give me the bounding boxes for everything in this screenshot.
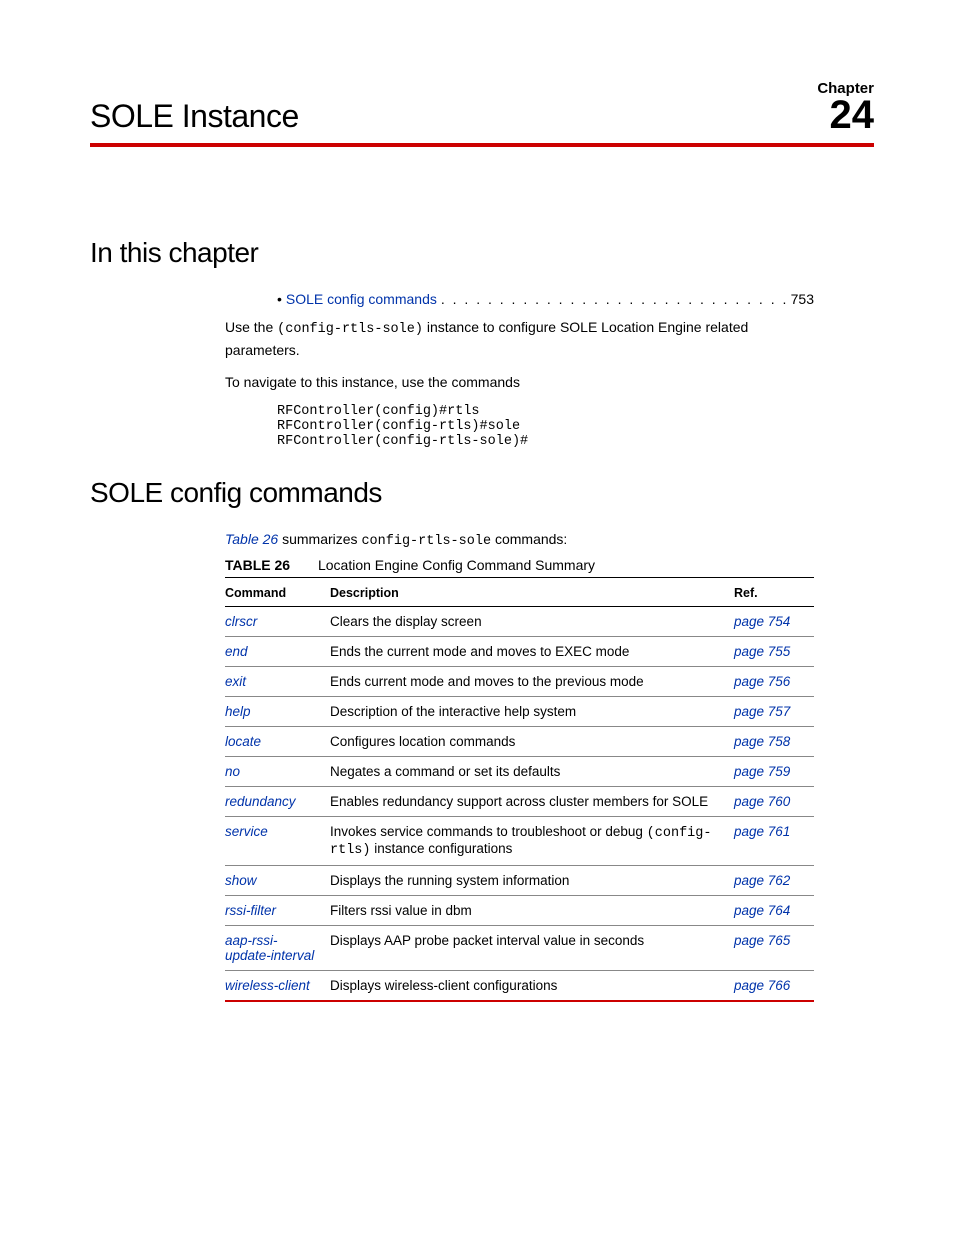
text: commands: — [491, 531, 567, 547]
table-ref-link[interactable]: Table 26 — [225, 531, 278, 547]
col-header-description: Description — [330, 580, 734, 607]
col-header-ref: Ref. — [734, 580, 814, 607]
table-header-row: Command Description Ref. — [225, 580, 814, 607]
intro-paragraph-instance: Use the (config-rtls-sole) instance to c… — [225, 317, 814, 360]
page-ref-link[interactable]: page 758 — [734, 727, 814, 757]
page-ref-link[interactable]: page 759 — [734, 757, 814, 787]
command-description: Ends the current mode and moves to EXEC … — [330, 637, 734, 667]
table-row: rssi-filterFilters rssi value in dbmpage… — [225, 896, 814, 926]
command-description: Filters rssi value in dbm — [330, 896, 734, 926]
command-link[interactable]: help — [225, 697, 330, 727]
page-ref-link[interactable]: page 755 — [734, 637, 814, 667]
table-row: wireless-clientDisplays wireless-client … — [225, 971, 814, 1002]
chapter-header: SOLE Instance Chapter 24 — [90, 80, 874, 147]
text: summarizes — [278, 531, 361, 547]
toc-dots: . . . . . . . . . . . . . . . . . . . . … — [437, 291, 787, 307]
chapter-intro-block: • SOLE config commands . . . . . . . . .… — [225, 291, 814, 449]
table-row: clrscrClears the display screenpage 754 — [225, 607, 814, 637]
code-block-navigate: RFController(config)#rtls RFController(c… — [277, 404, 814, 449]
page-ref-link[interactable]: page 757 — [734, 697, 814, 727]
command-description: Enables redundancy support across cluste… — [330, 787, 734, 817]
toc-entry: • SOLE config commands . . . . . . . . .… — [225, 291, 814, 307]
table-label: TABLE 26 — [225, 557, 290, 573]
command-link[interactable]: service — [225, 817, 330, 866]
command-link[interactable]: locate — [225, 727, 330, 757]
code-inline: (config-rtls-sole) — [277, 322, 423, 337]
page-ref-link[interactable]: page 766 — [734, 971, 814, 1002]
section-heading-in-this-chapter: In this chapter — [90, 237, 874, 269]
command-link[interactable]: no — [225, 757, 330, 787]
col-header-command: Command — [225, 580, 330, 607]
command-description: Description of the interactive help syst… — [330, 697, 734, 727]
table-summary-line: Table 26 summarizes config-rtls-sole com… — [225, 531, 814, 549]
toc-link-sole-config[interactable]: SOLE config commands — [286, 291, 437, 307]
command-summary-table: Command Description Ref. clrscrClears th… — [225, 580, 814, 1002]
command-description: Clears the display screen — [330, 607, 734, 637]
section-heading-sole-config: SOLE config commands — [90, 477, 874, 509]
intro-paragraph-navigate: To navigate to this instance, use the co… — [225, 372, 814, 392]
table-row: endEnds the current mode and moves to EX… — [225, 637, 814, 667]
code-inline: config-rtls-sole — [361, 534, 491, 549]
command-link[interactable]: rssi-filter — [225, 896, 330, 926]
chapter-number: 24 — [830, 93, 875, 137]
command-description: Displays the running system information — [330, 866, 734, 896]
toc-page-number: 753 — [791, 291, 814, 307]
command-description: Invokes service commands to troubleshoot… — [330, 817, 734, 866]
page-ref-link[interactable]: page 760 — [734, 787, 814, 817]
page-title: SOLE Instance — [90, 98, 299, 135]
bullet-icon: • — [277, 291, 282, 307]
command-description: Displays AAP probe packet interval value… — [330, 926, 734, 971]
page-ref-link[interactable]: page 765 — [734, 926, 814, 971]
page-ref-link[interactable]: page 761 — [734, 817, 814, 866]
text: Use the — [225, 319, 277, 335]
command-link[interactable]: end — [225, 637, 330, 667]
table-title: Location Engine Config Command Summary — [318, 557, 595, 573]
table-row: aap-rssi-update-intervalDisplays AAP pro… — [225, 926, 814, 971]
page-ref-link[interactable]: page 764 — [734, 896, 814, 926]
command-link[interactable]: show — [225, 866, 330, 896]
command-description: Ends current mode and moves to the previ… — [330, 667, 734, 697]
command-link[interactable]: aap-rssi-update-interval — [225, 926, 330, 971]
chapter-block: Chapter 24 — [817, 80, 874, 135]
command-description: Negates a command or set its defaults — [330, 757, 734, 787]
page-ref-link[interactable]: page 762 — [734, 866, 814, 896]
page-ref-link[interactable]: page 756 — [734, 667, 814, 697]
table-row: noNegates a command or set its defaultsp… — [225, 757, 814, 787]
table-row: showDisplays the running system informat… — [225, 866, 814, 896]
command-link[interactable]: exit — [225, 667, 330, 697]
command-link[interactable]: wireless-client — [225, 971, 330, 1002]
table-row: redundancyEnables redundancy support acr… — [225, 787, 814, 817]
page-ref-link[interactable]: page 754 — [734, 607, 814, 637]
command-description: Configures location commands — [330, 727, 734, 757]
sole-config-block: Table 26 summarizes config-rtls-sole com… — [225, 531, 814, 1002]
table-row: helpDescription of the interactive help … — [225, 697, 814, 727]
command-link[interactable]: clrscr — [225, 607, 330, 637]
table-row: locateConfigures location commandspage 7… — [225, 727, 814, 757]
command-link[interactable]: redundancy — [225, 787, 330, 817]
table-caption: TABLE 26 Location Engine Config Command … — [225, 557, 814, 578]
command-description: Displays wireless-client configurations — [330, 971, 734, 1002]
table-row: serviceInvokes service commands to troub… — [225, 817, 814, 866]
table-row: exitEnds current mode and moves to the p… — [225, 667, 814, 697]
